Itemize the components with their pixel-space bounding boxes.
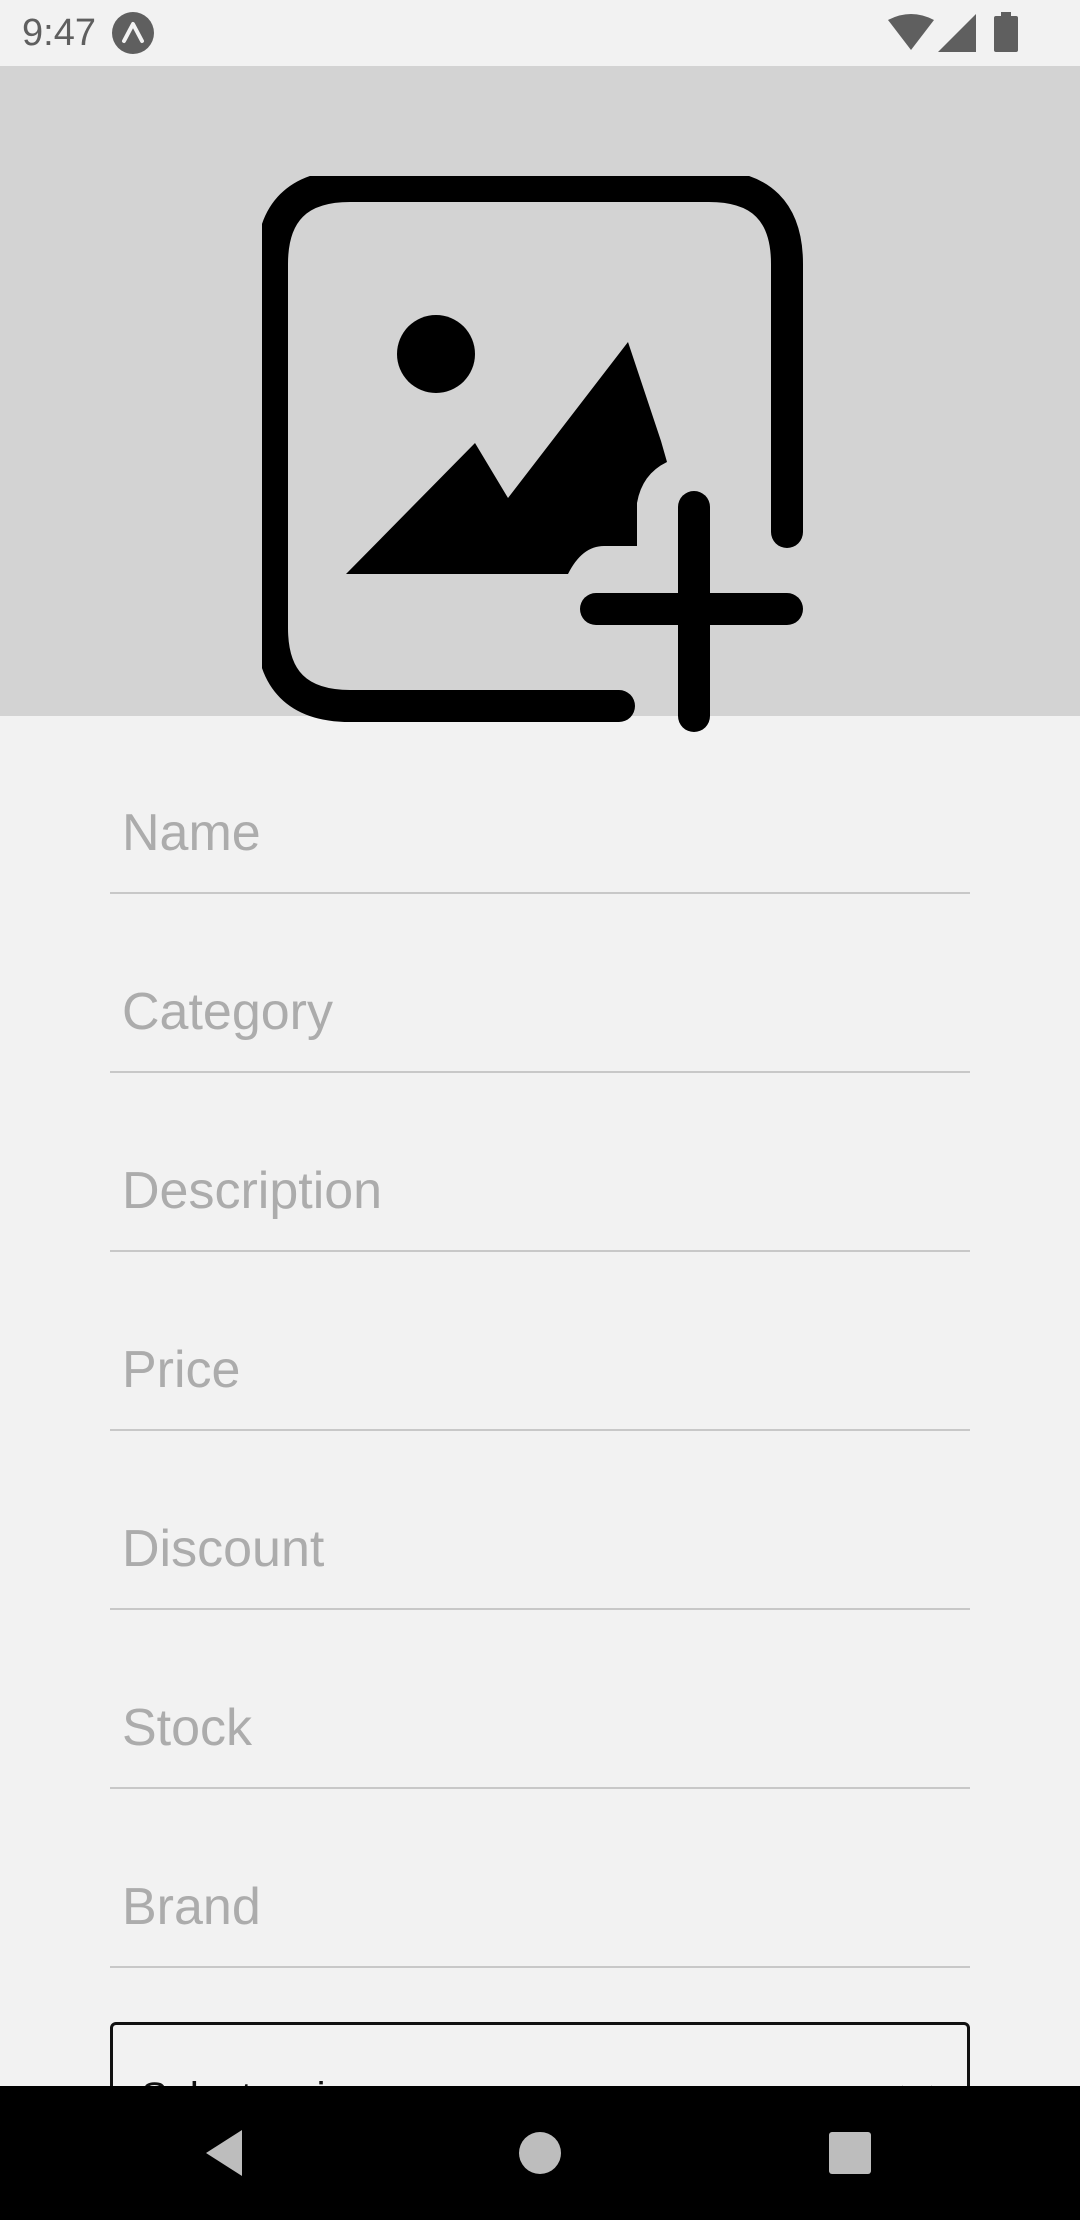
stock-input[interactable] bbox=[110, 1669, 970, 1789]
discount-input[interactable] bbox=[110, 1490, 970, 1610]
battery-icon bbox=[994, 12, 1018, 52]
home-icon[interactable] bbox=[507, 2120, 573, 2186]
name-field-container bbox=[110, 716, 970, 894]
back-icon[interactable] bbox=[192, 2120, 258, 2186]
name-input[interactable] bbox=[110, 774, 970, 894]
price-input[interactable] bbox=[110, 1311, 970, 1431]
status-bar: 9:47 bbox=[0, 0, 1080, 66]
recents-icon[interactable] bbox=[817, 2120, 883, 2186]
add-photo-icon[interactable] bbox=[262, 176, 822, 736]
status-icons bbox=[880, 0, 1080, 66]
image-picker[interactable] bbox=[0, 66, 1080, 732]
category-field-container bbox=[110, 895, 970, 1073]
discount-field-container bbox=[110, 1432, 970, 1610]
navigation-bar bbox=[0, 2086, 1080, 2220]
cell-signal-icon bbox=[938, 14, 976, 52]
stock-field-container bbox=[110, 1611, 970, 1789]
description-input[interactable] bbox=[110, 1132, 970, 1252]
price-field-container bbox=[110, 1253, 970, 1431]
category-input[interactable] bbox=[110, 953, 970, 1073]
status-time: 9:47 bbox=[22, 12, 96, 54]
wifi-icon bbox=[888, 14, 934, 50]
brand-input[interactable] bbox=[110, 1848, 970, 1968]
brand-field-container bbox=[110, 1790, 970, 1968]
expo-icon bbox=[112, 12, 154, 54]
description-field-container bbox=[110, 1074, 970, 1252]
